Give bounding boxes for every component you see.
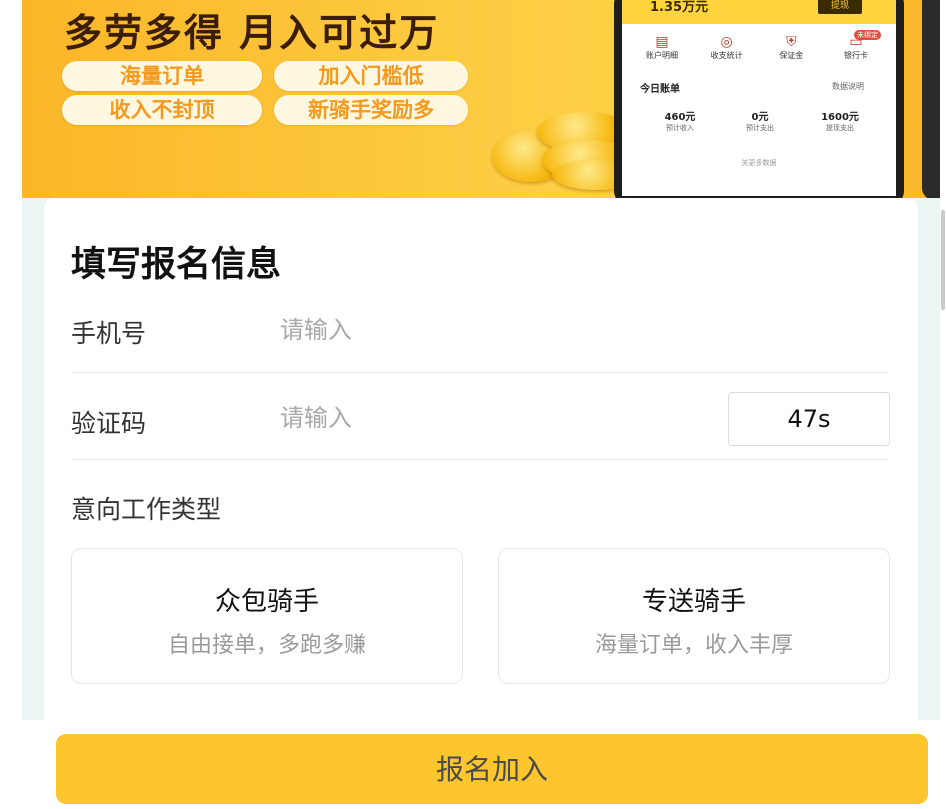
phone-stat: 0元 预计支出 <box>720 108 800 133</box>
income-stats-icon: ◎ <box>720 34 733 50</box>
scrollbar-thumb[interactable] <box>941 210 945 310</box>
banner-pill-low-threshold: 加入门槛低 <box>274 61 468 91</box>
registration-card: 填写报名信息 手机号 验证码 47s 意向工作类型 众包骑手 自由接单，多跑多赚… <box>44 198 918 720</box>
bank-card-icon: ▭ <box>849 34 863 50</box>
phone-stat-value: 0元 <box>751 112 769 123</box>
phone-data-help: 数据说明 <box>832 82 864 91</box>
verification-code-label: 验证码 <box>71 409 147 438</box>
job-type-label: 意向工作类型 <box>71 495 222 524</box>
phone-icon-item: ▭ 银行卡 <box>826 34 886 61</box>
option-subtitle: 自由接单，多跑多赚 <box>167 633 366 658</box>
phone-withdraw-button: 提现 <box>818 0 862 14</box>
phone-input[interactable] <box>280 312 700 348</box>
form-title: 填写报名信息 <box>71 245 282 285</box>
phone-mockup: 1.35万元 提现 未绑定 ▤ 账户明细 ◎ 收支统计 ⛨ 保证金 ▭ 银行卡 … <box>614 0 904 198</box>
phone-icon-item: ⛨ 保证金 <box>761 34 821 61</box>
banner-title: 多劳多得 月入可过万 <box>64 11 440 55</box>
phone-label: 手机号 <box>71 319 147 348</box>
phone-more-data: 关更多数据 <box>741 159 777 167</box>
verification-code-input[interactable] <box>280 400 700 436</box>
phone-icon-item: ◎ 收支统计 <box>697 34 757 61</box>
banner-pill-rewards: 新骑手奖励多 <box>274 95 468 125</box>
divider <box>71 372 889 373</box>
phone-icon-label: 账户明细 <box>646 51 678 60</box>
submit-join-button[interactable]: 报名加入 <box>56 734 928 804</box>
promo-banner: 多劳多得 月入可过万 海量订单 加入门槛低 收入不封顶 新骑手奖励多 1.35万… <box>22 0 940 198</box>
phone-stat-label: 预计收入 <box>666 124 694 132</box>
phone-today-bill: 今日账单 <box>640 84 680 95</box>
phone-icon-item: ▤ 账户明细 <box>632 34 692 61</box>
option-subtitle: 海量订单，收入丰厚 <box>594 633 793 658</box>
divider <box>71 459 889 460</box>
phone-stat-label: 提现支出 <box>826 124 854 132</box>
phone-balance: 1.35万元 <box>650 0 709 15</box>
second-phone-edge <box>922 0 940 198</box>
phone-icon-label: 银行卡 <box>843 51 868 60</box>
phone-stats-row: 460元 预计收入 0元 预计支出 1600元 提现支出 <box>640 108 880 133</box>
option-title: 专送骑手 <box>641 587 746 617</box>
phone-icon-label: 保证金 <box>779 51 804 60</box>
code-countdown-button[interactable]: 47s <box>728 392 890 446</box>
phone-icon-row: ▤ 账户明细 ◎ 收支统计 ⛨ 保证金 ▭ 银行卡 <box>632 34 886 61</box>
deposit-shield-icon: ⛨ <box>786 34 797 50</box>
phone-screen: 1.35万元 提现 未绑定 ▤ 账户明细 ◎ 收支统计 ⛨ 保证金 ▭ 银行卡 … <box>622 0 896 196</box>
option-crowdsource-rider[interactable]: 众包骑手 自由接单，多跑多赚 <box>71 548 463 684</box>
phone-icon-label: 收支统计 <box>710 51 743 60</box>
phone-stat: 460元 预计收入 <box>640 108 720 133</box>
option-title: 众包骑手 <box>214 587 319 617</box>
phone-stat-value: 1600元 <box>821 112 859 123</box>
account-detail-icon: ▤ <box>655 34 669 50</box>
scrollbar-track[interactable] <box>940 0 946 809</box>
phone-stat-label: 预计支出 <box>746 124 774 132</box>
banner-pill-no-cap: 收入不封顶 <box>62 95 262 125</box>
phone-stat-value: 460元 <box>664 112 696 123</box>
phone-stat: 1600元 提现支出 <box>800 108 880 133</box>
banner-pill-orders: 海量订单 <box>62 61 262 91</box>
phone-balance-bar: 1.35万元 提现 <box>622 0 896 24</box>
option-dedicated-rider[interactable]: 专送骑手 海量订单，收入丰厚 <box>498 548 890 684</box>
